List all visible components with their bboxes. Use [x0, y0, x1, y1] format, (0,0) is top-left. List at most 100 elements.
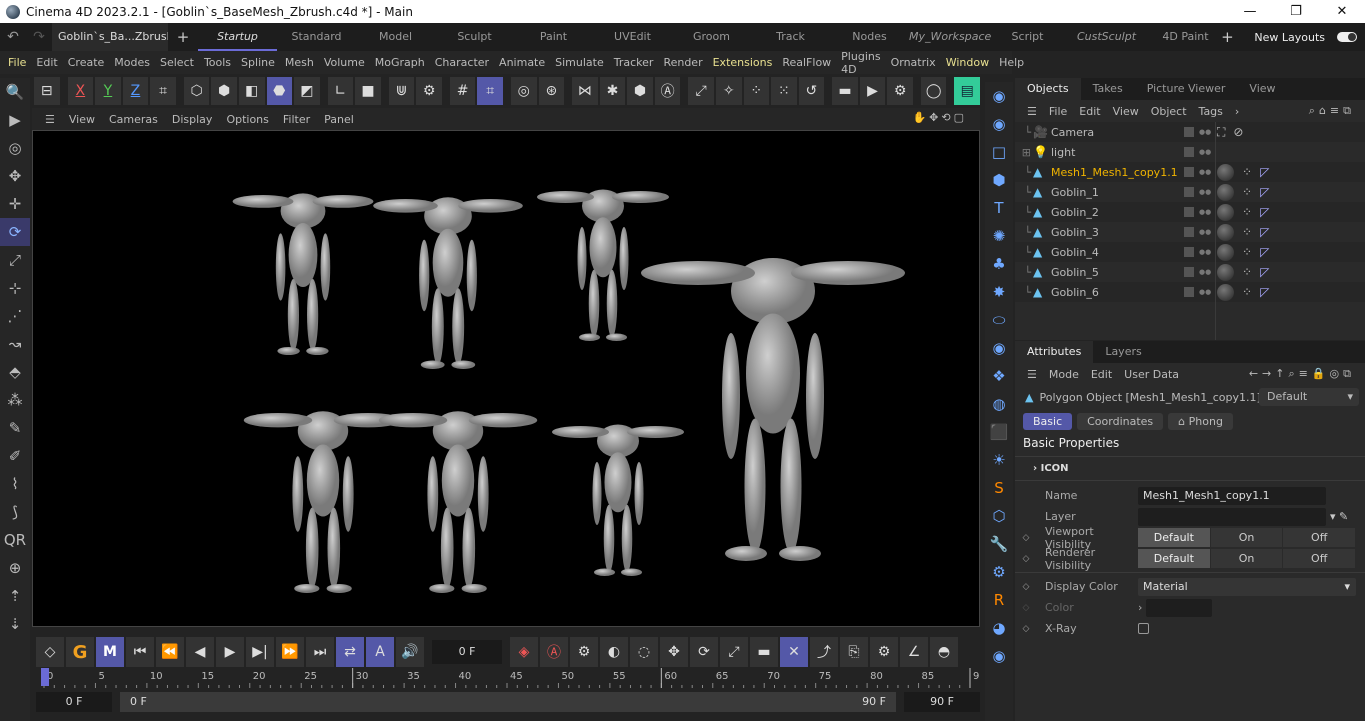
polys-scatter-icon[interactable]: ⁙: [771, 77, 797, 105]
target-icon[interactable]: ⊕: [0, 554, 30, 582]
light-object-icon[interactable]: ◉: [985, 82, 1013, 110]
layout-tab-track[interactable]: Track: [751, 23, 830, 51]
xray-checkbox[interactable]: [1138, 623, 1149, 634]
object-row[interactable]: └ ▲ Goblin_6 ●● ⁘ ◸: [1015, 282, 1365, 302]
knife-icon[interactable]: ✐: [0, 442, 30, 470]
cloner-icon[interactable]: ♣: [985, 250, 1013, 278]
fcurve-icon[interactable]: ⎘: [840, 637, 868, 667]
attributes-menu-edit[interactable]: Edit: [1085, 368, 1118, 381]
visibility-dots-icon[interactable]: ●●: [1199, 189, 1211, 196]
m-plugin-icon[interactable]: M: [96, 637, 124, 667]
live-select-icon[interactable]: ◎: [0, 134, 30, 162]
record-key-icon[interactable]: ◈: [510, 637, 538, 667]
key-param-icon[interactable]: ▬: [750, 637, 778, 667]
axis-y-icon[interactable]: Y: [95, 77, 121, 105]
viewport-menu-cameras[interactable]: Cameras: [102, 113, 165, 126]
menu-create[interactable]: Create: [63, 56, 110, 69]
object-row[interactable]: └ 🎥 Camera ●● ⛶ ⊘: [1015, 122, 1365, 142]
symmetry-settings-icon[interactable]: ✱: [599, 77, 626, 105]
uvw-tag-icon[interactable]: ⁘: [1242, 205, 1252, 219]
edges-scatter-icon[interactable]: ⁘: [743, 77, 770, 105]
menu-file[interactable]: File: [3, 56, 31, 69]
object-row[interactable]: └ ▲ Goblin_2 ●● ⁘ ◸: [1015, 202, 1365, 222]
more-chevron-icon[interactable]: ›: [1229, 105, 1245, 118]
viewport-nav-icons[interactable]: ✋✥⟲▢: [905, 111, 974, 124]
material-tag-icon[interactable]: [1217, 283, 1234, 301]
environment-icon[interactable]: ◍: [985, 390, 1013, 418]
attributes-menu-user-data[interactable]: User Data: [1118, 368, 1185, 381]
visibility-option-default[interactable]: Default: [1138, 549, 1211, 568]
subtab-phong[interactable]: ⌂ Phong: [1168, 413, 1233, 430]
viewport-menu-filter[interactable]: Filter: [276, 113, 317, 126]
object-name[interactable]: Camera: [1051, 126, 1176, 139]
axis-z-icon[interactable]: Z: [122, 77, 149, 105]
layout-tab-uvedit[interactable]: UVEdit: [593, 23, 672, 51]
autokeying-icon[interactable]: Ⓐ: [540, 637, 568, 667]
visibility-dots-icon[interactable]: ●●: [1199, 149, 1211, 156]
menu-spline[interactable]: Spline: [236, 56, 280, 69]
object-row[interactable]: └ ▲ Goblin_1 ●● ⁘ ◸: [1015, 182, 1365, 202]
move-handles-icon[interactable]: ✥: [0, 162, 30, 190]
uvw-tag-icon[interactable]: ⁘: [1242, 285, 1252, 299]
objects-hamburger-icon[interactable]: ☰: [1021, 105, 1043, 118]
object-name[interactable]: Goblin_3: [1051, 226, 1176, 239]
menu-volume[interactable]: Volume: [319, 56, 370, 69]
effector-icon[interactable]: ✺: [985, 222, 1013, 250]
coordinate-system-icon[interactable]: ⌗: [150, 77, 176, 105]
layer-checkbox-icon[interactable]: [1184, 147, 1194, 157]
go-to-start-icon[interactable]: ⏮: [126, 637, 154, 667]
attributes-tab-layers[interactable]: Layers: [1093, 341, 1153, 363]
icon-group-toggle[interactable]: › ICON: [1015, 457, 1365, 481]
uvw-tag-icon[interactable]: ⁘: [1242, 245, 1252, 259]
motion-icon[interactable]: ◐: [600, 637, 628, 667]
phong-tag-icon[interactable]: ◸: [1260, 265, 1269, 279]
layout-tab-standard[interactable]: Standard: [277, 23, 356, 51]
viewport-menu-display[interactable]: Display: [165, 113, 220, 126]
reset-icon[interactable]: ↺: [798, 77, 825, 105]
object-row[interactable]: └ ▲ Goblin_3 ●● ⁘ ◸: [1015, 222, 1365, 242]
object-row[interactable]: └ ▲ Goblin_5 ●● ⁘ ◸: [1015, 262, 1365, 282]
layout-tab-sculpt[interactable]: Sculpt: [435, 23, 514, 51]
upload-icon[interactable]: ⇡: [0, 582, 30, 610]
uvw-tag-icon[interactable]: ⁘: [1242, 225, 1252, 239]
layer-checkbox-icon[interactable]: [1184, 187, 1194, 197]
objects-menu-view[interactable]: View: [1107, 105, 1145, 118]
tool-icon[interactable]: 🔧: [985, 530, 1013, 558]
cloth-icon[interactable]: ◓: [930, 637, 958, 667]
rotate-icon[interactable]: ⟳: [0, 218, 30, 246]
layer-checkbox-icon[interactable]: [1184, 267, 1194, 277]
render-settings-icon[interactable]: ⚙: [887, 77, 913, 105]
keyframe-diamond-icon[interactable]: ◇: [1015, 533, 1037, 543]
model-mode-icon[interactable]: ⊟: [34, 77, 60, 105]
autokey-mode-icon[interactable]: A: [366, 637, 394, 667]
go-to-end-icon[interactable]: ⏭: [306, 637, 334, 667]
objects-tab-view[interactable]: View: [1237, 78, 1287, 100]
layer-dropdown-icon[interactable]: ▾ ✎: [1330, 510, 1348, 523]
object-name[interactable]: Goblin_4: [1051, 246, 1176, 259]
object-row[interactable]: ⊞ 💡 light ●●: [1015, 142, 1365, 162]
range-slider[interactable]: 0 F 90 F: [120, 692, 896, 712]
menu-extensions[interactable]: Extensions: [708, 56, 778, 69]
attributes-nav-icons[interactable]: ←→↑⌕≡🔒◎⧉: [1243, 367, 1361, 381]
phong-tag-icon[interactable]: ◸: [1260, 285, 1269, 299]
g-plugin-icon[interactable]: G: [66, 637, 94, 667]
protection-tag-icon[interactable]: ⊘: [1233, 125, 1243, 139]
subdivision-icon[interactable]: ⬡: [985, 502, 1013, 530]
keyframe-diamond-icon[interactable]: ◇: [1015, 624, 1037, 634]
keyframe-diamond-icon[interactable]: ◇: [1015, 554, 1037, 564]
start-frame-field[interactable]: 0 F: [36, 692, 112, 712]
object-name[interactable]: Mesh1_Mesh1_copy1.1: [1051, 166, 1178, 179]
key-rotation-icon[interactable]: ⟳: [690, 637, 718, 667]
interpolation-icon[interactable]: ⤴: [810, 637, 838, 667]
expand-icon[interactable]: ⤢: [688, 77, 714, 105]
object-name[interactable]: Goblin_6: [1051, 286, 1176, 299]
uvw-tag-icon[interactable]: ⁘: [1242, 165, 1252, 179]
material-tag-icon[interactable]: [1217, 203, 1234, 221]
layer-checkbox-icon[interactable]: [1184, 167, 1194, 177]
realflow-icon[interactable]: R: [985, 586, 1013, 614]
menu-character[interactable]: Character: [430, 56, 494, 69]
deformer-icon[interactable]: ⬢: [627, 77, 653, 105]
visibility-dots-icon[interactable]: ●●: [1199, 209, 1211, 216]
move-icon[interactable]: ✛: [0, 190, 30, 218]
playhead[interactable]: [41, 668, 49, 686]
